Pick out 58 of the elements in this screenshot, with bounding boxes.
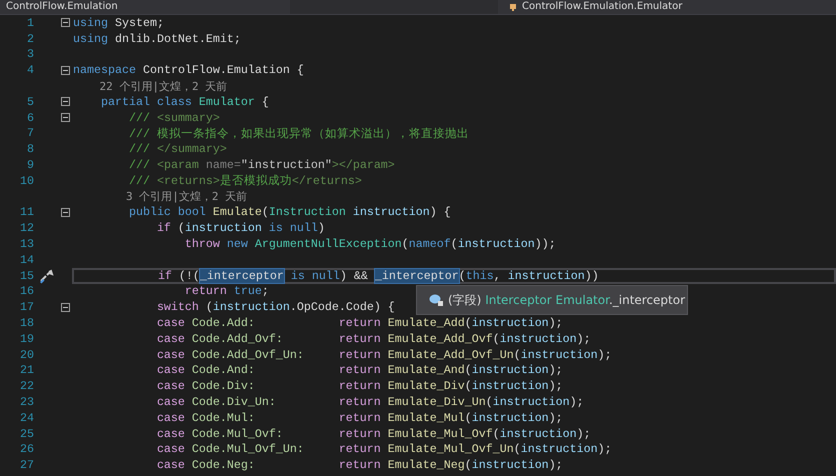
code-line: /// 模拟一条指令，如果出现异常（如算术溢出），将直接抛出 bbox=[128, 126, 469, 141]
code-line: case Code.Mul_Ovf: return Emulate_Mul_Ovf(instruction); bbox=[156, 426, 591, 441]
codelens-text[interactable]: 22 个引用|文煌，2 天前 bbox=[73, 78, 228, 94]
line-number: 11 bbox=[20, 205, 34, 220]
line-number: 23 bbox=[20, 395, 34, 410]
line-number: 10 bbox=[20, 174, 34, 188]
line-number: 7 bbox=[27, 126, 34, 140]
code-line: return true; bbox=[184, 284, 269, 298]
line-number: 27 bbox=[20, 458, 34, 472]
line-number: 3 bbox=[27, 47, 34, 62]
line-number: 18 bbox=[20, 316, 34, 330]
codelens-text[interactable]: 3 个引用|文煌，2 天前 bbox=[73, 189, 248, 204]
line-number: 14 bbox=[20, 252, 34, 267]
line-number: 6 bbox=[27, 110, 34, 125]
code-line: /// <param name="instruction"></param> bbox=[128, 158, 395, 172]
code-line: case Code.Div: return Emulate_Div(instruction); bbox=[156, 379, 563, 394]
tooltip-text: (字段) Interceptor Emulator._interceptor bbox=[448, 292, 686, 308]
line-number: 2 bbox=[27, 32, 34, 46]
code-line: case Code.Mul: return Emulate_Mul(instruction); bbox=[156, 410, 563, 425]
member-dropdown[interactable]: ControlFlow.Emulation.Emulator bbox=[498, 0, 836, 14]
code-line: case Code.And: return Emulate_And(instruction); bbox=[156, 363, 563, 378]
code-line: case Code.Div_Un: return Emulate_Div_Un(instruction); bbox=[156, 395, 584, 410]
project-dropdown[interactable]: ControlFlow.Emulation bbox=[0, 0, 290, 14]
line-number: 20 bbox=[20, 348, 34, 362]
code-line: if (instruction is null) bbox=[156, 221, 325, 236]
line-number: 5 bbox=[27, 94, 34, 109]
line-number: 4 bbox=[27, 63, 34, 78]
line-number: 16 bbox=[20, 284, 34, 298]
member-name: ControlFlow.Emulation.Emulator bbox=[522, 0, 682, 14]
code-line: case Code.Mul_Ovf_Un: return Emulate_Mul_Ovf_Un(instruction); bbox=[156, 442, 612, 456]
line-number: 8 bbox=[27, 142, 34, 156]
line-number: 26 bbox=[20, 442, 34, 456]
code-line: /// </summary> bbox=[128, 142, 227, 156]
line-number: 24 bbox=[20, 410, 34, 425]
code-line: /// <summary> bbox=[128, 110, 220, 125]
code-line: case Code.Add_Ovf: return Emulate_Add_Ovf(instruction); bbox=[156, 332, 591, 346]
code-line: case Code.Add: return Emulate_Add(instruction); bbox=[156, 316, 563, 330]
code-line: if (!(_interceptor is null) && _interceptor(this, instruction)) bbox=[156, 268, 599, 283]
code-line: case Code.Add_Ovf_Un: return Emulate_Add_Ovf_Un(instruction); bbox=[156, 348, 612, 362]
line-number: 1 bbox=[27, 16, 34, 30]
line-number: 21 bbox=[20, 363, 34, 378]
code-line: /// <returns>是否模拟成功</returns> bbox=[128, 173, 362, 188]
line-number: 13 bbox=[20, 237, 34, 252]
code-line: throw new ArgumentNullException(nameof(instruction)); bbox=[184, 237, 556, 252]
code-line: partial class Emulator { bbox=[100, 94, 269, 109]
line-number: 25 bbox=[20, 426, 34, 441]
line-number: 15 bbox=[20, 268, 34, 283]
code-line: using System; bbox=[73, 16, 164, 30]
code-line: using dnlib.DotNet.Emit; bbox=[73, 32, 241, 46]
line-number: 19 bbox=[20, 332, 34, 346]
code-line: public bool Emulate(Instruction instruction) { bbox=[128, 205, 451, 220]
line-number: 17 bbox=[20, 300, 34, 314]
line-number: 22 bbox=[20, 379, 34, 394]
code-line: namespace ControlFlow.Emulation { bbox=[73, 63, 304, 78]
line-number: 9 bbox=[27, 158, 34, 172]
code-line: case Code.Neg: return Emulate_Neg(instruction); bbox=[156, 458, 563, 472]
code-line: switch (instruction.OpCode.Code) { bbox=[156, 300, 395, 314]
line-number: 12 bbox=[20, 221, 34, 236]
